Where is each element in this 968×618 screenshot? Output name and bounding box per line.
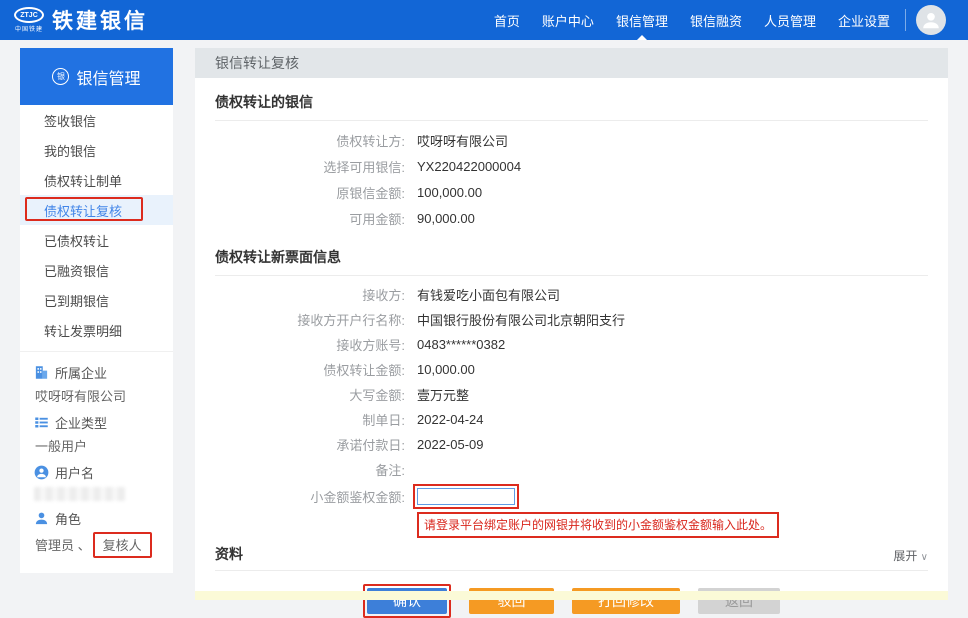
main-panel: 银信转让复核 债权转让的银信 债权转让方: 哎呀呀有限公司 选择可用银信: YX… xyxy=(195,48,948,600)
company-info: 所属企业 哎呀呀有限公司 xyxy=(20,360,173,410)
nav-item-yinxin-financing[interactable]: 银信融资 xyxy=(679,0,753,40)
sidebar-item-invoice-detail[interactable]: 转让发票明细 xyxy=(20,315,173,345)
role-value-prefix: 管理员 、 xyxy=(35,538,91,553)
role-reviewer-highlight: 复核人 xyxy=(93,532,152,558)
auth-warning-message: 请登录平台绑定账户的网银并将收到的小金额鉴权金额输入此处。 xyxy=(417,512,779,538)
username-label: 用户名 xyxy=(55,463,94,482)
nav-item-enterprise-settings[interactable]: 企业设置 xyxy=(827,0,901,40)
brand-sub-label: 中国铁建 xyxy=(15,24,43,33)
section-title-materials: 资料 展开 ∨ xyxy=(215,536,928,571)
sidebar-header-title: 银信管理 xyxy=(76,65,140,89)
annotation-box: 确认 xyxy=(363,584,451,618)
topbar: ZTJC 中国铁建 铁建银信 首页 账户中心 银信管理 银信融资 人员管理 企业… xyxy=(0,0,968,40)
section-title-new-ticket-info: 债权转让新票面信息 xyxy=(215,233,928,276)
building-icon xyxy=(34,365,49,380)
sidebar-divider xyxy=(20,351,173,352)
main-content: 债权转让的银信 债权转让方: 哎呀呀有限公司 选择可用银信: YX2204220… xyxy=(195,78,948,618)
chevron-down-icon: ∨ xyxy=(921,552,928,563)
brand-logo-icon: ZTJC 中国铁建 xyxy=(14,7,44,33)
nav-item-personnel-management[interactable]: 人员管理 xyxy=(753,0,827,40)
username-value-redacted xyxy=(34,487,126,501)
field-create-date: 制单日: 2022-04-24 xyxy=(215,407,928,432)
auth-warning-row: 请登录平台绑定账户的网银并将收到的小金额鉴权金额输入此处。 xyxy=(417,512,928,534)
sidebar-header: 银 银信管理 xyxy=(20,48,173,105)
sidebar-item-transfer-create[interactable]: 债权转让制单 xyxy=(20,165,173,195)
nav-item-home[interactable]: 首页 xyxy=(483,0,531,40)
user-circle-icon xyxy=(34,465,49,480)
field-small-amount-auth: 小金额鉴权金额: xyxy=(215,482,928,510)
field-receiver-account: 接收方账号: 0483******0382 xyxy=(215,332,928,357)
role-value: 管理员 、复核人 xyxy=(34,532,159,558)
person-icon xyxy=(34,511,49,526)
nav-item-account-center[interactable]: 账户中心 xyxy=(531,0,605,40)
yinxin-management-icon: 银 xyxy=(52,68,69,85)
field-receiver: 接收方: 有钱爱吃小面包有限公司 xyxy=(215,282,928,307)
expand-toggle[interactable]: 展开 ∨ xyxy=(893,547,928,564)
field-transferor: 债权转让方: 哎呀呀有限公司 xyxy=(215,127,928,153)
field-promised-pay-date: 承诺付款日: 2022-05-09 xyxy=(215,432,928,457)
topbar-divider xyxy=(905,9,906,31)
company-value: 哎呀呀有限公司 xyxy=(34,386,159,405)
active-nav-caret-icon xyxy=(637,35,647,40)
auth-amount-label: 小金额鉴权金额: xyxy=(215,487,405,506)
sidebar-item-sign-receive[interactable]: 签收银信 xyxy=(20,105,173,135)
enterprise-type-value: 一般用户 xyxy=(34,436,159,455)
sidebar-item-transfer-review[interactable]: 债权转让复核 xyxy=(20,195,173,225)
enterprise-type-label: 企业类型 xyxy=(55,413,107,432)
list-icon xyxy=(34,415,49,430)
nav-item-yinxin-management[interactable]: 银信管理 xyxy=(605,0,679,40)
field-original-amount: 原银信金额: 100,000.00 xyxy=(215,179,928,205)
bottom-notice-strip xyxy=(195,591,948,600)
field-transfer-amount: 债权转让金额: 10,000.00 xyxy=(215,357,928,382)
brand: ZTJC 中国铁建 铁建银信 xyxy=(0,5,148,35)
small-amount-auth-input[interactable] xyxy=(417,488,515,505)
page-title: 银信转让复核 xyxy=(195,48,948,78)
avatar[interactable] xyxy=(916,5,946,35)
sidebar-item-transferred[interactable]: 已债权转让 xyxy=(20,225,173,255)
sidebar-item-my-yinxin[interactable]: 我的银信 xyxy=(20,135,173,165)
action-buttons: 确认 驳回 打回修改 返回 xyxy=(215,584,928,618)
enterprise-type-info: 企业类型 一般用户 xyxy=(20,410,173,460)
field-amount-in-words: 大写金额: 壹万元整 xyxy=(215,382,928,407)
field-remark: 备注: xyxy=(215,457,928,482)
top-nav: 首页 账户中心 银信管理 银信融资 人员管理 企业设置 xyxy=(483,0,901,40)
brand-title: 铁建银信 xyxy=(52,5,148,35)
field-available-yinxin: 选择可用银信: YX220422000004 xyxy=(215,153,928,179)
sidebar-item-financed[interactable]: 已融资银信 xyxy=(20,255,173,285)
username-info: 用户名 xyxy=(20,460,173,506)
sidebar-item-expired[interactable]: 已到期银信 xyxy=(20,285,173,315)
annotation-box xyxy=(413,484,519,509)
section-title-source-yinxin: 债权转让的银信 xyxy=(215,78,928,121)
field-receiver-bank-name: 接收方开户行名称: 中国银行股份有限公司北京朝阳支行 xyxy=(215,307,928,332)
user-avatar-icon xyxy=(920,9,942,31)
sidebar: 银 银信管理 签收银信 我的银信 债权转让制单 债权转让复核 已债权转让 已融资… xyxy=(20,48,173,573)
role-label: 角色 xyxy=(55,509,81,528)
field-available-amount: 可用金额: 90,000.00 xyxy=(215,205,928,231)
company-label: 所属企业 xyxy=(55,363,107,382)
role-info: 角色 管理员 、复核人 xyxy=(20,506,173,563)
